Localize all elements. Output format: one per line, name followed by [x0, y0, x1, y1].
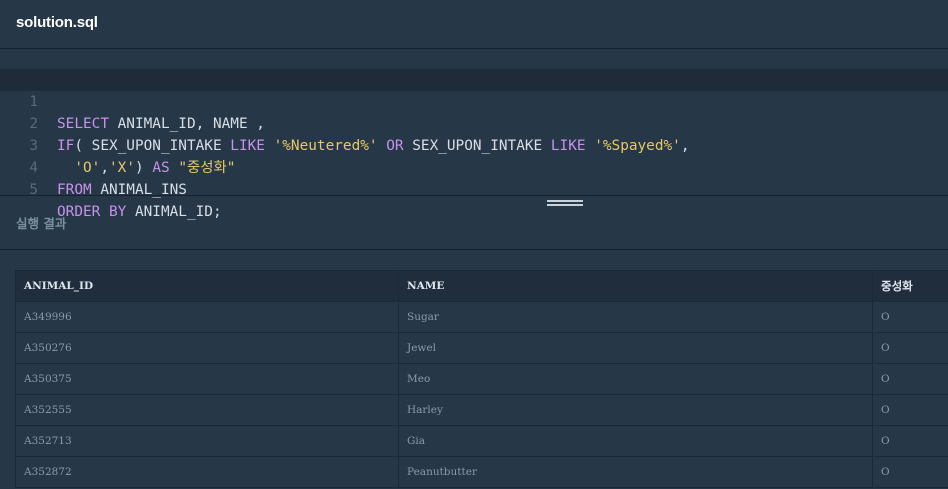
table-row: A349996 Sugar O — [15, 301, 948, 333]
table-row: A352713 Gia O — [15, 425, 948, 457]
panel-resize-handle[interactable] — [547, 200, 583, 212]
table-row: A350276 Jewel O — [15, 332, 948, 364]
code-line-5[interactable]: 5 ORDER BY ANIMAL_ID; — [0, 157, 948, 220]
cell-neutered: O — [872, 332, 948, 364]
results-table: ANIMAL_ID NAME 중성화 A349996 Sugar O A3502… — [15, 270, 948, 488]
cell-name: Gia — [398, 425, 873, 457]
cell-name: Meo — [398, 363, 873, 395]
cell-animal-id: A349996 — [15, 301, 399, 333]
table-row: A352555 Harley O — [15, 394, 948, 426]
keyword-token: FROM — [57, 182, 92, 198]
code-line-4[interactable]: 4 FROM ANIMAL_INS — [0, 135, 948, 198]
cell-animal-id: A350375 — [15, 363, 399, 395]
code-editor[interactable]: 1 SELECT ANIMAL_ID, NAME , 2 IF( SEX_UPO… — [0, 49, 948, 220]
results-header: 실행 결과 — [0, 197, 948, 250]
cell-neutered: O — [872, 301, 948, 333]
table-header-row: ANIMAL_ID NAME 중성화 — [15, 270, 948, 302]
column-header-neutered: 중성화 — [872, 270, 948, 302]
column-header-name: NAME — [398, 270, 873, 302]
identifier-token: ANIMAL_INS — [91, 182, 187, 198]
code-line-1[interactable]: 1 SELECT ANIMAL_ID, NAME , — [0, 69, 948, 132]
column-header-animal-id: ANIMAL_ID — [15, 270, 399, 302]
table-row: A352872 Peanutbutter O — [15, 456, 948, 488]
tab-solution-sql[interactable]: solution.sql — [16, 14, 98, 31]
cell-neutered: O — [872, 363, 948, 395]
cell-neutered: O — [872, 394, 948, 426]
cell-animal-id: A352872 — [15, 456, 399, 488]
table-row: A350375 Meo O — [15, 363, 948, 395]
cell-animal-id: A352555 — [15, 394, 399, 426]
code-line-3[interactable]: 3 'O','X') AS "중성화" — [0, 113, 948, 176]
grip-line — [547, 204, 583, 206]
cell-neutered: O — [872, 425, 948, 457]
cell-name: Jewel — [398, 332, 873, 364]
results-title: 실행 결과 — [16, 216, 67, 231]
cell-name: Harley — [398, 394, 873, 426]
cell-name: Sugar — [398, 301, 873, 333]
cell-name: Peanutbutter — [398, 456, 873, 488]
code-line-2[interactable]: 2 IF( SEX_UPON_INTAKE LIKE '%Neutered%' … — [0, 91, 948, 154]
editor-tab-bar: solution.sql — [0, 0, 948, 49]
grip-line — [547, 200, 583, 202]
cell-neutered: O — [872, 456, 948, 488]
cell-animal-id: A350276 — [15, 332, 399, 364]
cell-animal-id: A352713 — [15, 425, 399, 457]
